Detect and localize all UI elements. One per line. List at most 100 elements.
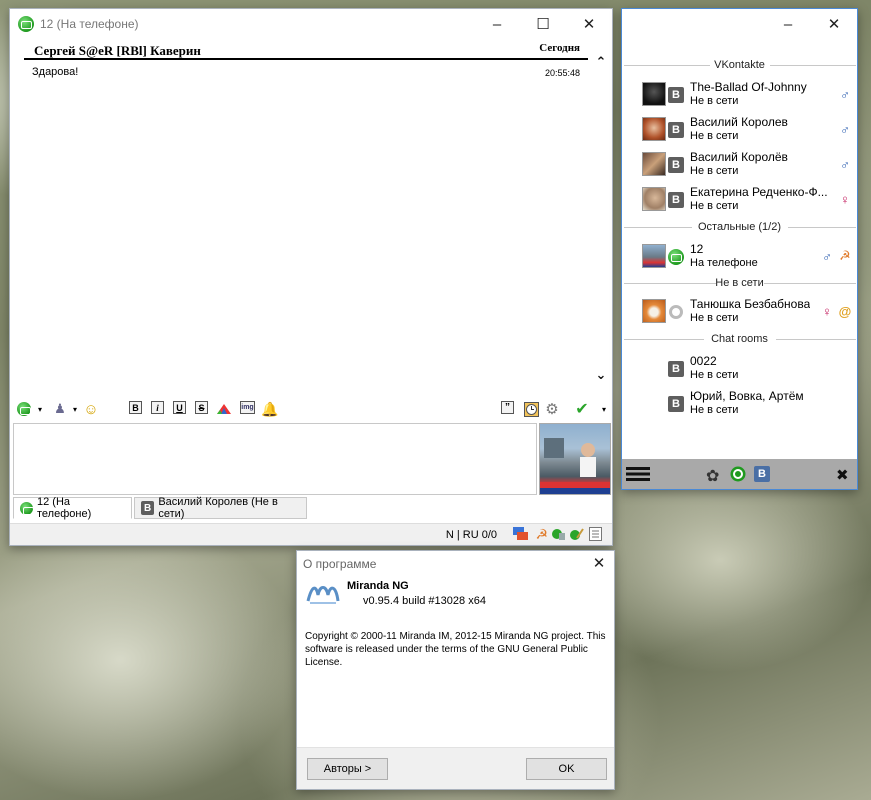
contact-item[interactable]: 12 На телефоне ♂ ☭ (642, 241, 852, 274)
message-toolbar: ▾ ♟ ▾ ☺ B i U S img 🔔 ” ⚙ ✔ ▾ (14, 399, 608, 421)
male-icon: ♂ (840, 86, 850, 102)
underline-button[interactable]: U (173, 401, 186, 414)
sound-icon[interactable]: ☭ (535, 526, 548, 543)
chevron-down-icon[interactable]: ▾ (32, 401, 48, 417)
group-header-vkontakte[interactable]: VKontakte (622, 59, 857, 71)
tab-vasily[interactable]: B Василий Королев (Не в сети) (134, 496, 307, 520)
close-button[interactable]: ✕ (584, 551, 614, 575)
notes-icon[interactable] (589, 527, 602, 541)
scroll-down-icon[interactable]: ⌄ (594, 367, 608, 382)
message-text: Здарова! (32, 66, 79, 78)
protocol-online-icon (20, 501, 34, 515)
bold-button[interactable]: B (129, 401, 142, 414)
chevron-down-icon[interactable]: ▾ (596, 401, 612, 417)
about-button-bar: Авторы > OK (297, 747, 614, 789)
tab-12[interactable]: 12 (На телефоне) (13, 496, 132, 520)
at-icon: @ (838, 303, 852, 319)
contact-status: Не в сети (690, 369, 739, 381)
authors-button[interactable]: Авторы > (307, 758, 388, 780)
copyright-text: Copyright © 2000-11 Miranda IM, 2012-15 … (305, 631, 606, 668)
app-version: v0.95.4 build #13028 x64 (363, 595, 486, 607)
contact-item[interactable]: B Екатерина Редченко-Ф... Не в сети ♀ (642, 184, 852, 217)
clist-bottom-bar: ✿ B ✖ (622, 459, 857, 489)
contact-name: Василий Королев (690, 115, 788, 129)
contact-name: Василий Королёв (690, 150, 788, 164)
scroll-up-icon[interactable]: ⌃ (594, 54, 608, 69)
contact-list-window: – ✕ VKontakte B The-Ballad Of-Johnny Не … (621, 8, 858, 490)
contact-status: Не в сети (690, 95, 739, 107)
tools-icon[interactable]: ✖ (836, 466, 849, 484)
about-dialog: О программе ✕ Miranda NG v0.95.4 build #… (296, 550, 615, 790)
group-header-chat-rooms[interactable]: Chat rooms (622, 333, 857, 345)
contact-item[interactable]: B The-Ballad Of-Johnny Не в сети ♂ (642, 79, 852, 112)
protocol-menu-icon[interactable] (16, 401, 32, 417)
chat-window-title: 12 (На телефоне) (40, 17, 139, 31)
male-icon: ♂ (822, 248, 832, 264)
offline-status-icon (669, 305, 683, 319)
contact-item[interactable]: B Василий Королев Не в сети ♂ (642, 114, 852, 147)
contact-status: Не в сети (690, 130, 739, 142)
typing-icon[interactable] (569, 527, 584, 541)
log-date: Сегодня (539, 42, 580, 54)
minimize-button[interactable]: – (474, 9, 520, 39)
group-header-offline[interactable]: Не в сети (622, 277, 857, 289)
female-icon: ♀ (840, 191, 850, 207)
chevron-down-icon[interactable]: ▾ (67, 401, 83, 417)
history-icon[interactable] (523, 401, 539, 417)
insert-image-button[interactable]: img (240, 401, 255, 414)
female-icon: ♀ (822, 303, 832, 319)
avatar (642, 152, 666, 176)
contact-name: Екатерина Редченко-Ф... (690, 185, 828, 199)
windows-icon[interactable] (513, 527, 528, 541)
contact-status: Не в сети (690, 165, 739, 177)
sound-icon: ☭ (839, 248, 851, 263)
chat-titlebar[interactable]: 12 (На телефоне) – ☐ ✕ (10, 9, 612, 39)
contact-item[interactable]: Танюшка Безбабнова Не в сети ♀ @ (642, 296, 852, 329)
message-input[interactable] (13, 423, 537, 495)
user-menu-icon[interactable]: ♟ (52, 401, 68, 417)
tab-label: 12 (На телефоне) (37, 496, 92, 520)
contact-item[interactable]: B Василий Королёв Не в сети ♂ (642, 149, 852, 182)
vk-account-icon[interactable]: B (754, 466, 770, 482)
log-divider (24, 58, 588, 60)
app-name: Miranda NG (347, 580, 409, 592)
color-icon[interactable] (216, 401, 232, 417)
contact-name: The-Ballad Of-Johnny (690, 80, 807, 94)
maximize-button[interactable]: ☐ (520, 9, 566, 39)
minimize-button[interactable]: – (765, 9, 811, 39)
vk-icon: B (668, 122, 684, 138)
close-button[interactable]: ✕ (566, 9, 612, 39)
contact-item[interactable]: B Юрий, Вовка, Артём Не в сети (642, 388, 852, 421)
contact-name: 12 (690, 242, 704, 256)
italic-button[interactable]: i (151, 401, 164, 414)
secure-icon[interactable] (551, 527, 566, 541)
avatar (642, 299, 666, 323)
tab-label: Василий Королев (Не в сети) (158, 496, 278, 520)
close-button[interactable]: ✕ (811, 9, 857, 39)
contact-avatar (539, 423, 611, 495)
avatar (642, 187, 666, 211)
message-time: 20:55:48 (544, 68, 580, 78)
vk-icon: B (141, 501, 155, 515)
vk-icon: B (668, 361, 684, 377)
quote-button[interactable]: ” (501, 401, 514, 414)
status-online-icon[interactable] (730, 466, 746, 482)
vk-icon: B (668, 87, 684, 103)
status-text: N | RU 0/0 (445, 529, 497, 541)
bell-icon[interactable]: 🔔 (261, 401, 278, 417)
vk-icon: B (668, 396, 684, 412)
flower-icon[interactable]: ✿ (706, 466, 719, 486)
avatar (642, 82, 666, 106)
contact-status: Не в сети (690, 312, 739, 324)
gear-icon[interactable]: ⚙ (544, 401, 560, 418)
protocol-online-icon (668, 249, 684, 265)
strikethrough-button[interactable]: S (195, 401, 208, 414)
smiley-icon[interactable]: ☺ (83, 401, 99, 418)
ok-button[interactable]: OK (526, 758, 607, 780)
contact-item[interactable]: B 0022 Не в сети (642, 353, 852, 386)
contact-name: Юрий, Вовка, Артём (690, 389, 804, 403)
chat-window: 12 (На телефоне) – ☐ ✕ Сергей S@eR [RBl]… (9, 8, 613, 546)
main-menu-icon[interactable] (626, 467, 650, 481)
send-check-icon[interactable]: ✔ (574, 401, 590, 418)
group-header-others[interactable]: Остальные (1/2) (622, 221, 857, 233)
